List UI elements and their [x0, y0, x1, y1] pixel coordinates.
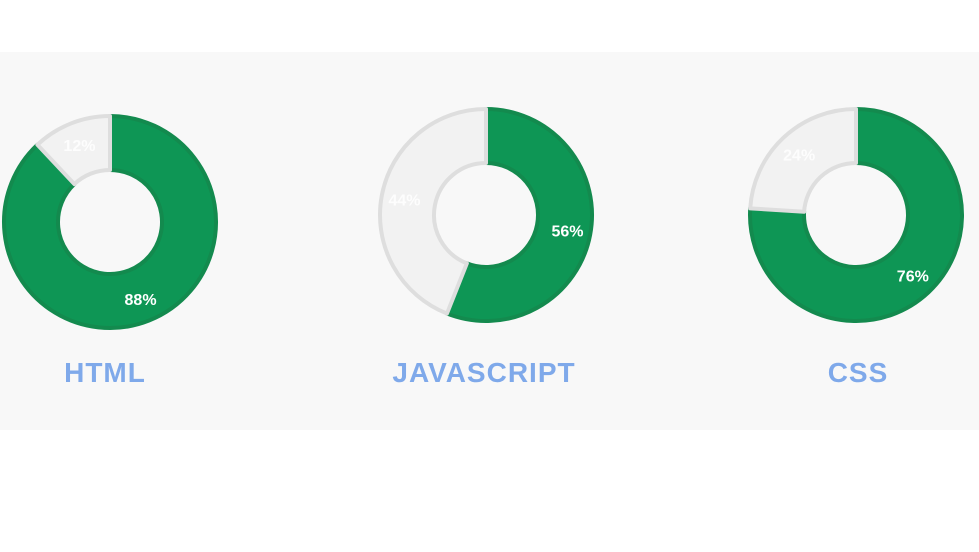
javascript-chart-title: JAVASCRIPT	[392, 357, 576, 388]
html-donut-chart: 88% 12% HTML	[0, 52, 240, 430]
css-chart-title: CSS	[827, 357, 889, 388]
javascript-donut-chart: 56% 44% JAVASCRIPT	[356, 52, 616, 430]
remaining-slice-label: 24%	[783, 147, 815, 164]
remaining-slice-label: 12%	[63, 138, 95, 155]
css-donut-chart: 76% 24% CSS	[726, 52, 979, 430]
filled-slice-label: 56%	[552, 224, 584, 241]
javascript-donut: 56% 44%	[378, 107, 594, 323]
css-donut: 76% 24%	[748, 107, 964, 323]
filled-slice-label: 76%	[897, 269, 929, 286]
remaining-slice-label: 44%	[388, 192, 420, 209]
filled-slice-label: 88%	[125, 292, 157, 309]
html-chart-title: HTML	[64, 357, 146, 388]
charts-panel: 88% 12% HTML 56% 44% JAVASCRIPT 76% 24% CSS	[0, 52, 979, 430]
html-donut: 88% 12%	[2, 114, 218, 330]
